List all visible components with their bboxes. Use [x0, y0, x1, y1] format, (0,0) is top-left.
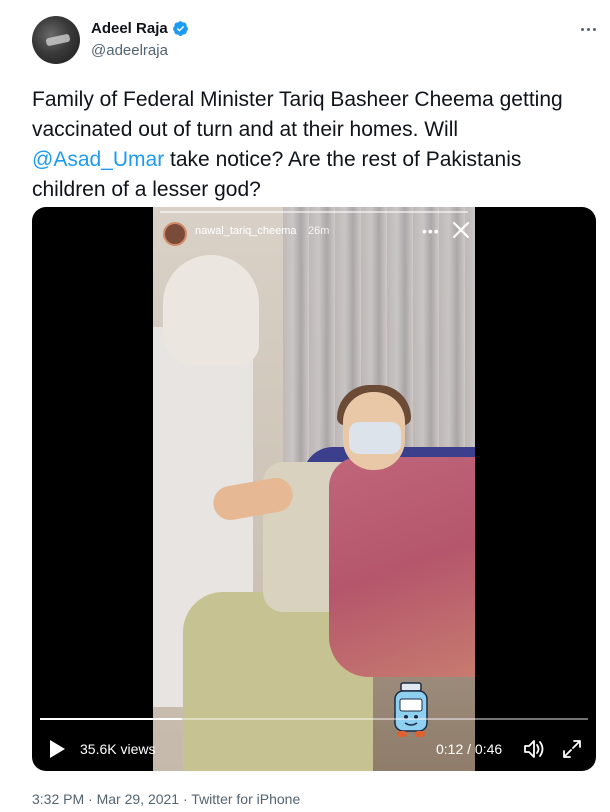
tweet-source[interactable]: Twitter for iPhone [191, 791, 300, 807]
story-avatar [163, 222, 187, 246]
verified-badge-icon [172, 21, 188, 36]
sanitizer-sticker-icon [394, 682, 428, 737]
story-username: nawal_tariq_cheema [195, 225, 297, 237]
story-close-icon [452, 221, 470, 239]
video-progress-fill [40, 718, 183, 720]
meta-separator-2: · [179, 791, 192, 807]
story-more-icon: ••• [422, 223, 440, 239]
meta-separator-1: · [84, 791, 97, 807]
video-nurse-head [163, 255, 259, 365]
fullscreen-icon[interactable] [562, 739, 582, 759]
author-display-name[interactable]: Adeel Raja [91, 20, 168, 37]
video-progress-track[interactable] [40, 718, 588, 720]
tweet-timestamp[interactable]: 3:32 PM · Mar 29, 2021 [32, 791, 179, 807]
tweet-meta: 3:32 PM · Mar 29, 2021 · Twitter for iPh… [32, 791, 300, 807]
tweet-date: Mar 29, 2021 [96, 791, 180, 807]
story-time: 26m [308, 225, 330, 237]
tweet-text-before: Family of Federal Minister Tariq Basheer… [32, 88, 563, 141]
video-time: 0:12 / 0:46 [436, 741, 503, 757]
author-name-row: Adeel Raja [91, 20, 189, 37]
tweet: Adeel Raja @adeelraja Family of Federal … [0, 0, 610, 812]
video-shawl [329, 457, 475, 677]
volume-icon[interactable] [522, 738, 546, 760]
tweet-time: 3:32 PM [32, 791, 85, 807]
tweet-text: Family of Federal Minister Tariq Basheer… [32, 85, 592, 205]
play-icon[interactable] [48, 739, 66, 759]
author-handle[interactable]: @adeelraja [91, 42, 168, 59]
story-progress-bar [160, 211, 468, 213]
video-player[interactable]: nawal_tariq_cheema 26m ••• 35.6K views 0… [32, 207, 596, 771]
view-count: 35.6K views [80, 741, 156, 757]
video-frame [153, 207, 475, 771]
video-face-mask [349, 422, 401, 454]
mention-link[interactable]: @Asad_Umar [32, 148, 164, 171]
avatar[interactable] [32, 16, 80, 64]
more-icon[interactable] [575, 20, 601, 38]
